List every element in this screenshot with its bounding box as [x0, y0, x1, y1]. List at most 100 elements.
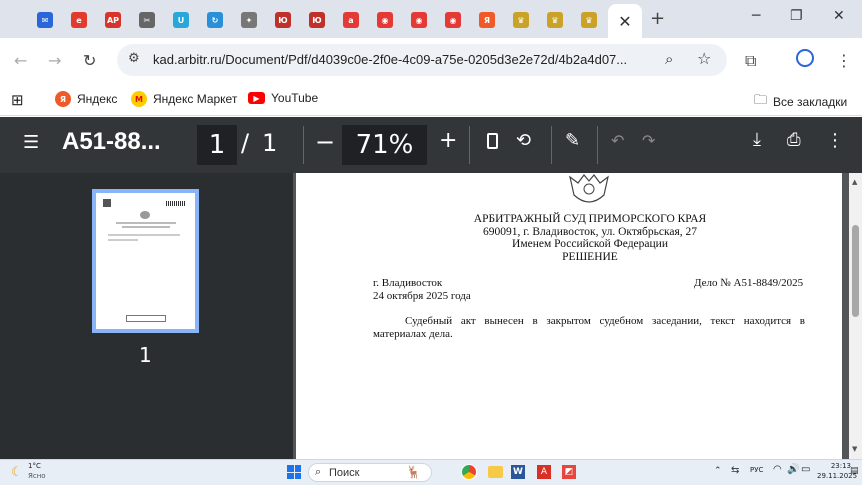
court-address: 690091, г. Владивосток, ул. Октябрьская,… [482, 225, 698, 238]
browser-tab[interactable]: ♛ [506, 6, 536, 34]
browser-tab[interactable]: ✉ [30, 6, 60, 34]
rotate-icon[interactable]: ⟲ [516, 130, 531, 151]
fit-page-icon[interactable] [487, 133, 498, 149]
yandex-icon: Я [479, 12, 495, 28]
browser-tab[interactable]: ✦ [234, 6, 264, 34]
apps-grid-icon[interactable]: ⊞ [11, 91, 24, 109]
pdf-reader-icon[interactable]: A [537, 465, 551, 479]
browser-tab[interactable]: ♛ [540, 6, 570, 34]
court-name: АРБИТРАЖНЫЙ СУД ПРИМОРСКОГО КРАЯ [473, 213, 707, 225]
browser-tab[interactable]: ✂ [132, 6, 162, 34]
bookmark-youtube[interactable]: ▶ YouTube [248, 91, 318, 105]
decision-date: 24 октября 2025 года [373, 290, 471, 302]
pdf-toolbar: ☰ A51-88... 1 / 1 − 71% + ⟲ ✎ ↶ ↷ ⤓ ⎙ ⋮ [0, 117, 862, 173]
notifications-icon[interactable]: ▤ [850, 466, 859, 476]
folder-icon[interactable] [488, 466, 503, 478]
zoom-lens-icon[interactable]: ⌕ [665, 50, 673, 68]
zoom-in-icon[interactable]: + [439, 128, 457, 153]
folder-icon: 🗀 [754, 92, 768, 107]
browser-tab[interactable]: ♛ [574, 6, 604, 34]
minimize-icon[interactable]: ─ [752, 8, 760, 24]
undo-icon[interactable]: ↶ [611, 131, 624, 150]
weather-temp[interactable]: 1°C [28, 462, 41, 470]
case-number: Дело № А51-8849/2025 [694, 277, 804, 289]
annotate-icon[interactable]: ✎ [565, 130, 580, 151]
document-header: АРБИТРАЖНЫЙ СУД ПРИМОРСКОГО КРАЯ 690091,… [296, 213, 862, 263]
scroll-up-icon[interactable]: ▲ [852, 178, 857, 186]
browser-tab[interactable]: Ю [268, 6, 298, 34]
scrollbar-thumb[interactable] [852, 225, 859, 317]
forward-icon[interactable]: → [48, 51, 61, 70]
city: г. Владивосток [373, 277, 443, 289]
page-number-input[interactable]: 1 [197, 125, 237, 165]
search-box[interactable]: ⌕ Поиск 🦌 [308, 463, 432, 482]
start-icon[interactable] [287, 465, 301, 479]
bookmark-star-icon[interactable]: ☆ [697, 49, 711, 68]
profile-icon[interactable] [796, 49, 814, 67]
battery-icon[interactable]: ▭ [801, 464, 810, 475]
extensions-icon[interactable]: ⧉ [745, 51, 756, 71]
market-icon: M [131, 91, 147, 107]
wifi-icon[interactable]: ◠ [773, 464, 782, 475]
page-separator: / [241, 129, 250, 157]
scroll-down-icon[interactable]: ▼ [852, 445, 857, 453]
browser-tab[interactable]: Я [472, 6, 502, 34]
language-indicator[interactable]: РУС [750, 466, 763, 474]
close-window-icon[interactable]: ✕ [833, 8, 845, 24]
search-icon: ⌕ [315, 465, 322, 478]
new-tab-button[interactable]: + [650, 8, 665, 29]
bookmark-label: Яндекс [77, 92, 118, 106]
browser-tab[interactable]: ◉ [370, 6, 400, 34]
volume-icon[interactable]: 🔊 [787, 464, 799, 475]
zoom-out-icon[interactable]: − [315, 128, 335, 156]
browser-tab[interactable]: АР [98, 6, 128, 34]
word-icon[interactable]: W [511, 465, 525, 479]
taskbar: ☾ 1°C Ясно ⌕ Поиск 🦌 W A ◩ ⌃ ⇆ РУС ◠ 🔊 ▭… [0, 459, 862, 485]
maximize-icon[interactable]: ❐ [790, 8, 803, 24]
thumbnail-page-label: 1 [139, 343, 152, 367]
menu-dots-icon[interactable]: ⋮ [836, 51, 852, 70]
tray-chevron-icon[interactable]: ⌃ [714, 466, 722, 476]
url-text[interactable]: kad.arbitr.ru/Document/Pdf/d4039c0e-2f0e… [153, 52, 663, 67]
more-options-icon[interactable]: ⋮ [826, 130, 844, 151]
tray-app-icon[interactable]: ⇆ [731, 465, 739, 476]
print-icon[interactable]: ⎙ [787, 130, 801, 150]
site-info-icon[interactable]: ⚙ [128, 51, 140, 66]
red-app-icon[interactable]: ◩ [562, 465, 576, 479]
browser-tab[interactable]: ◉ [404, 6, 434, 34]
zoom-input[interactable]: 71% [342, 125, 427, 165]
browser-tab[interactable]: a [336, 6, 366, 34]
bookmark-yandex[interactable]: Я Яндекс [55, 91, 117, 107]
active-tab[interactable]: ✕ [608, 4, 642, 38]
red-icon: ◉ [445, 12, 461, 28]
bookmarks-bar: ⊞ Я Яндекс M Яндекс Маркет ▶ YouTube 🗀 В… [0, 84, 862, 116]
emblem-icon: ♛ [513, 12, 529, 28]
redo-icon[interactable]: ↷ [642, 131, 655, 150]
eagle-icon: ✦ [241, 12, 257, 28]
close-tab-icon[interactable]: ✕ [618, 12, 631, 31]
browser-tab[interactable]: ◉ [438, 6, 468, 34]
browser-tab[interactable]: е [64, 6, 94, 34]
bookmark-label: Яндекс Маркет [153, 92, 238, 106]
scrollbar[interactable]: ▲ ▼ [849, 173, 862, 459]
pdf-page: АРБИТРАЖНЫЙ СУД ПРИМОРСКОГО КРАЯ 690091,… [296, 173, 842, 459]
a-icon: a [343, 12, 359, 28]
page-thumbnail[interactable] [92, 189, 199, 333]
browser-tab[interactable]: ↻ [200, 6, 230, 34]
download-icon[interactable]: ⤓ [753, 129, 761, 150]
address-bar[interactable]: ⚙ kad.arbitr.ru/Document/Pdf/d4039c0e-2f… [117, 44, 727, 76]
e-icon: е [71, 12, 87, 28]
coat-of-arms-icon [569, 174, 609, 203]
weather-desc[interactable]: Ясно [28, 472, 46, 480]
browser-tab[interactable]: U [166, 6, 196, 34]
chrome-icon[interactable] [461, 464, 477, 480]
weather-moon-icon[interactable]: ☾ [11, 465, 23, 480]
back-icon[interactable]: ← [14, 51, 27, 70]
clock-time[interactable]: 23:13 [821, 462, 851, 470]
reload-icon[interactable]: ↻ [83, 51, 96, 70]
emblem-icon: ♛ [547, 12, 563, 28]
sidebar-menu-icon[interactable]: ☰ [23, 132, 39, 153]
browser-tab[interactable]: Ю [302, 6, 332, 34]
all-bookmarks[interactable]: 🗀 Все закладки [754, 91, 847, 113]
bookmark-yandex-market[interactable]: M Яндекс Маркет [131, 91, 237, 107]
